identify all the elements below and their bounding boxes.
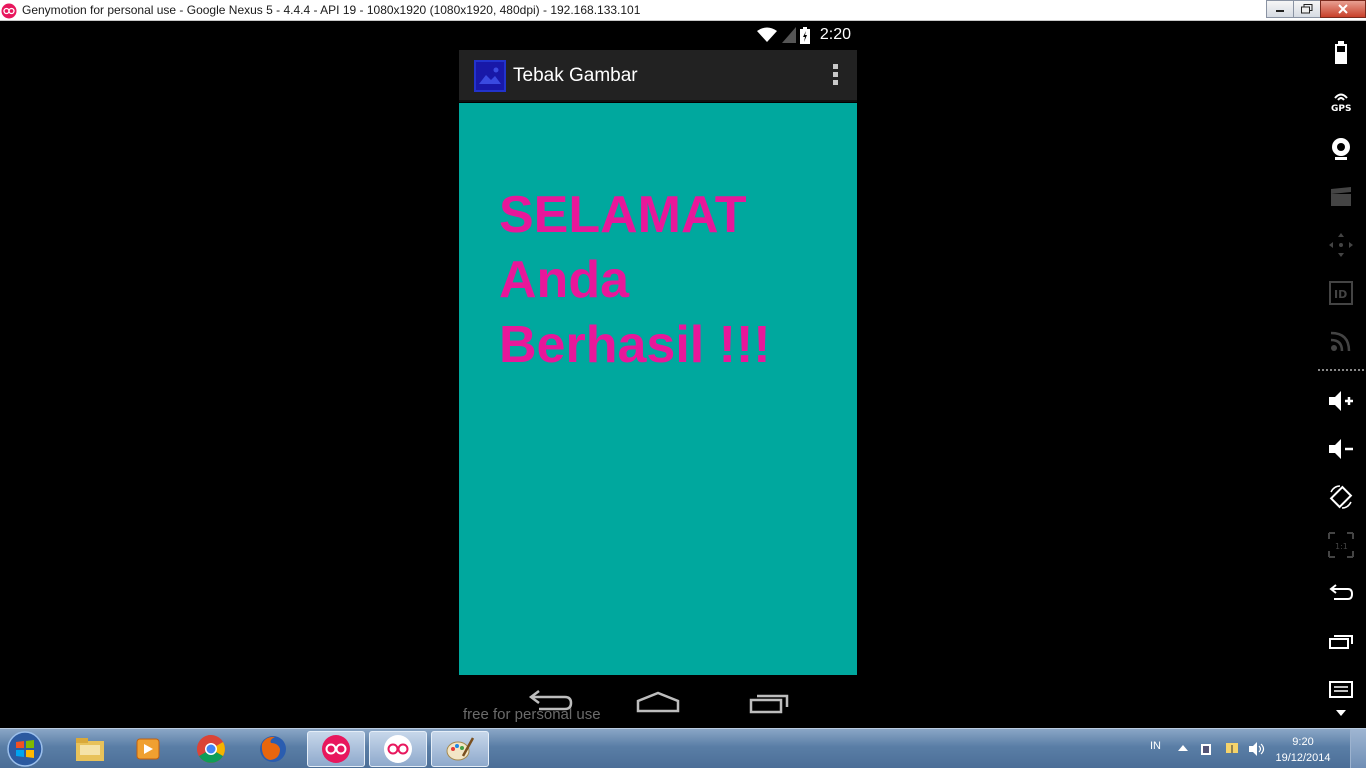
sidebar-scroll-down-button[interactable] [1326,706,1356,720]
home-icon [636,691,680,713]
recent-apps-icon [749,694,789,714]
dpad-icon [1329,233,1353,257]
taskbar-file-explorer[interactable] [61,731,119,767]
scale-icon: 1:1 [1328,532,1354,558]
action-bar: Tebak Gambar [459,50,857,102]
svg-text:ID: ID [1334,288,1347,301]
volume-down-icon [1329,439,1353,459]
scale-button[interactable]: 1:1 [1326,530,1356,560]
back-icon [1329,584,1354,600]
arrow-down-icon [1336,710,1346,716]
wifi-icon [756,27,777,42]
taskbar-paint[interactable] [431,731,489,767]
gps-widget-button[interactable]: GPS [1326,86,1356,116]
taskbar-genymotion[interactable] [307,731,365,767]
close-button[interactable] [1320,0,1366,18]
image-icon [479,67,501,84]
taskbar-firefox[interactable] [244,731,302,767]
overflow-menu-icon[interactable] [831,64,839,88]
media-player-icon [136,738,160,760]
chrome-icon [197,735,225,763]
taskbar-genymotion-vm[interactable] [369,731,427,767]
paint-icon [446,737,475,761]
rss-icon [1330,331,1351,352]
back-button[interactable] [1326,578,1356,608]
start-button[interactable] [4,730,48,768]
gps-icon: GPS [1331,93,1351,113]
windows-logo-icon [7,731,43,767]
watermark-text: free for personal use [463,706,601,723]
taskbar-chrome[interactable] [182,731,240,767]
genymotion-icon [1,3,17,19]
remote-control-widget-button[interactable] [1326,326,1356,356]
svg-text:GPS: GPS [1331,104,1351,113]
rotate-icon [1329,485,1353,509]
status-clock: 2:20 [819,26,851,43]
usb-device-icon[interactable] [1199,741,1215,757]
clock-time: 9:20 [1292,736,1314,748]
battery-icon [1335,41,1347,64]
app-title: Tebak Gambar [513,65,638,86]
volume-icon[interactable] [1248,741,1266,757]
clapperboard-icon [1331,187,1351,206]
capture-widget-button[interactable] [1326,182,1356,212]
volume-up-button[interactable] [1326,386,1356,416]
language-indicator[interactable]: IN [1150,740,1161,752]
volume-up-icon [1329,391,1353,411]
main-content: SELAMAT Anda Berhasil !!! [459,103,857,675]
webcam-widget-button[interactable] [1326,134,1356,164]
device-id-widget-button[interactable]: ID [1326,278,1356,308]
genymotion-vm-icon [384,735,412,763]
android-status-bar: 2:20 [459,22,857,50]
menu-button[interactable] [1326,674,1356,704]
id-icon: ID [1329,281,1353,305]
taskbar-clock[interactable]: 9:20 19/12/2014 [1272,734,1334,766]
genymotion-icon [322,735,350,763]
action-center-flag-icon[interactable] [1224,741,1240,757]
volume-down-button[interactable] [1326,434,1356,464]
window-controls [1266,0,1366,18]
menu-icon [1329,681,1353,698]
webcam-icon [1332,138,1350,160]
firefox-icon [260,736,286,762]
app-logo-icon[interactable] [474,60,506,92]
screen: Genymotion for personal use - Google Nex… [0,0,1366,768]
genymotion-sidebar: GPS ID 1:1 [1316,22,1366,727]
show-desktop-button[interactable] [1350,729,1366,768]
svg-text:1:1: 1:1 [1335,542,1348,551]
recent-apps-button[interactable] [1326,626,1356,656]
folder-icon [76,738,104,761]
sidebar-separator [1318,369,1364,371]
close-icon [1338,4,1348,14]
battery-charging-icon [799,26,810,44]
window-title: Genymotion for personal use - Google Nex… [22,3,641,17]
clock-date: 19/12/2014 [1275,752,1331,764]
success-message: SELAMAT Anda Berhasil !!! [499,186,771,374]
recent-apps-icon [1329,635,1353,649]
rotate-button[interactable] [1326,482,1356,512]
window-title-bar[interactable]: Genymotion for personal use - Google Nex… [0,0,1366,21]
nav-home-button[interactable] [633,687,683,715]
minimize-button[interactable] [1266,0,1294,18]
signal-icon [781,27,796,43]
nav-recent-apps-button[interactable] [745,687,795,715]
restore-button[interactable] [1293,0,1321,18]
restore-icon [1301,4,1313,14]
dpad-widget-button[interactable] [1326,230,1356,260]
windows-taskbar: IN 9:20 19/12/2014 [0,728,1366,768]
minimize-icon [1276,10,1284,12]
battery-widget-button[interactable] [1326,38,1356,68]
taskbar-media-player[interactable] [119,731,177,767]
show-hidden-icons-icon[interactable] [1178,744,1188,752]
